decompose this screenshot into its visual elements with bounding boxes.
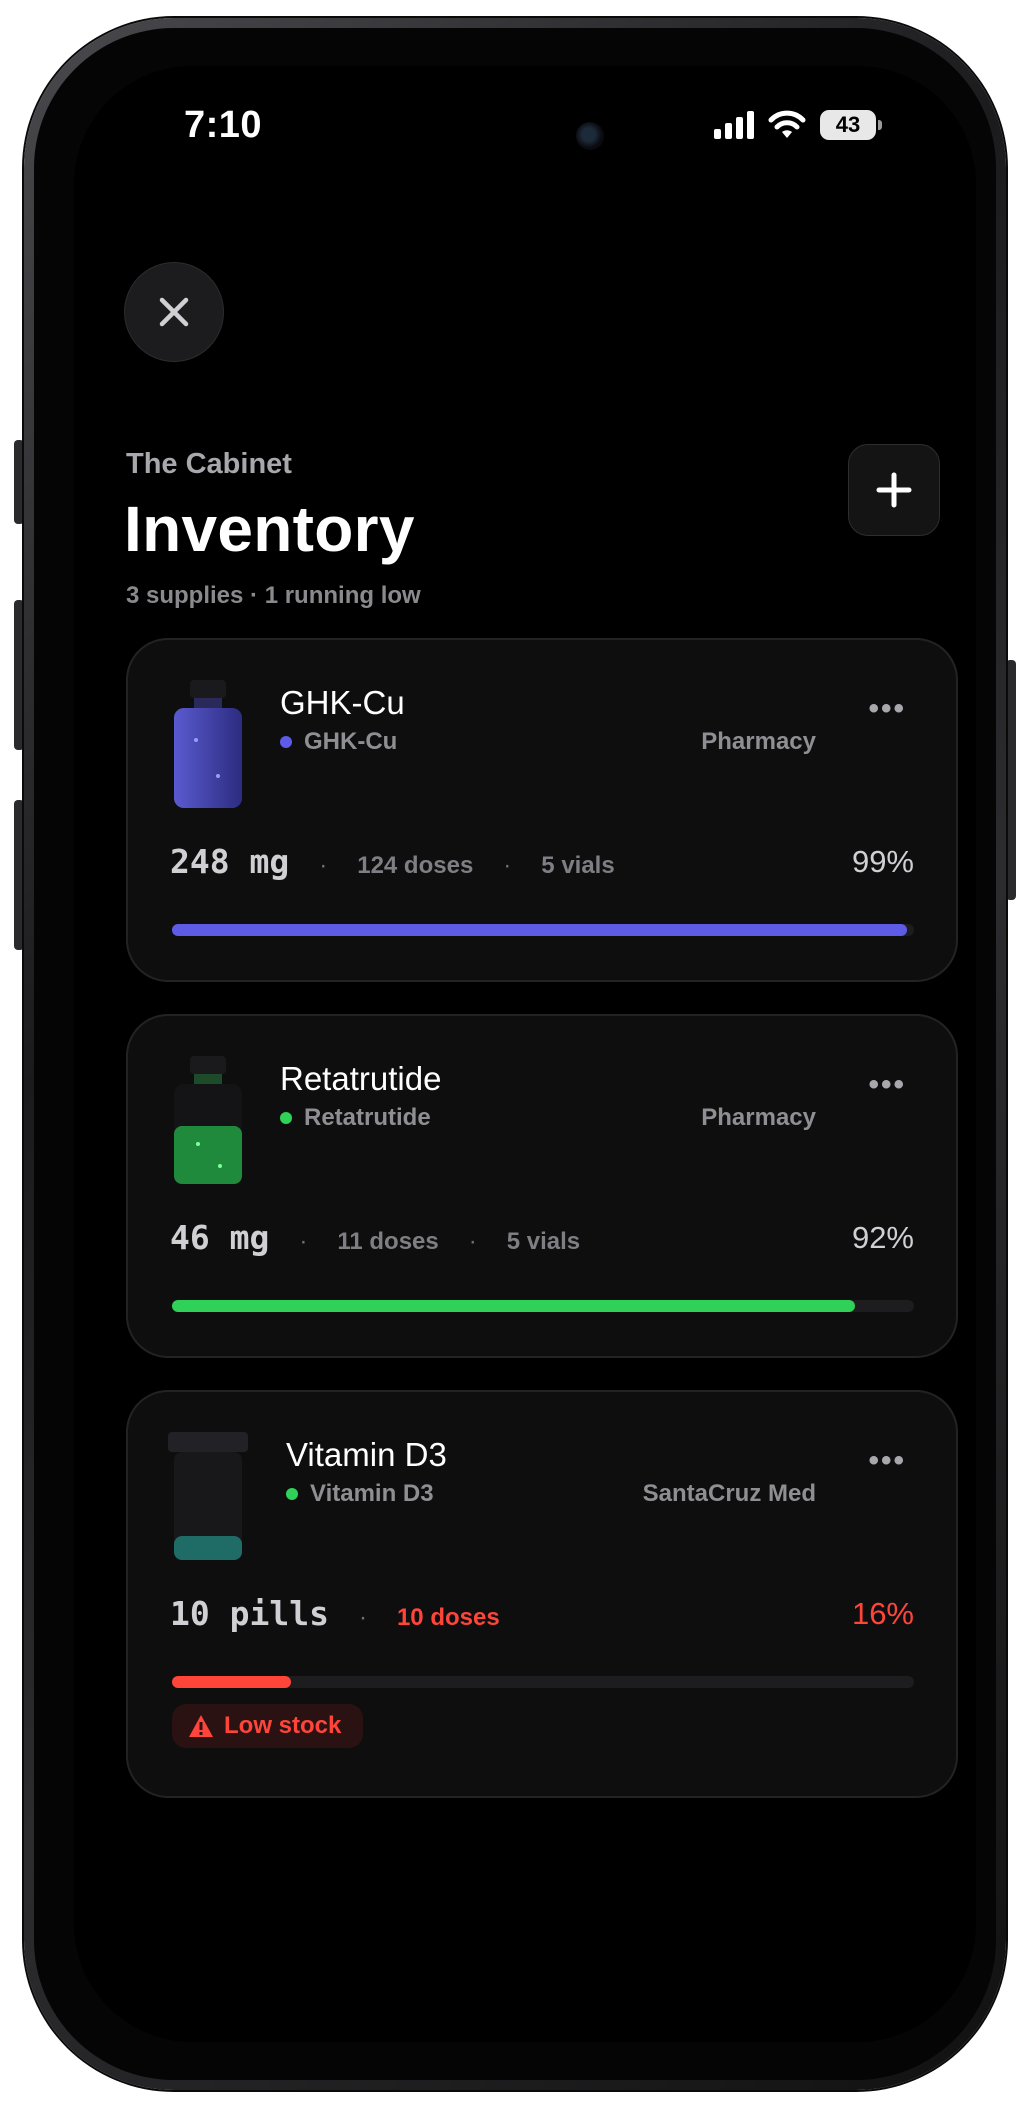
supply-card-retatrutide[interactable]: Retatrutide Retatrutide Pharmacy ••• 46 … — [126, 1014, 958, 1358]
supply-percent: 99% — [851, 844, 914, 879]
status-icons: 43 — [714, 110, 882, 140]
pill-bottle-icon — [168, 1432, 248, 1560]
power-button — [1006, 660, 1016, 900]
supply-compound: Vitamin D3 — [286, 1480, 434, 1508]
separator-dot: · — [299, 1228, 308, 1255]
vial-icon — [174, 680, 242, 808]
phone-bezel: 7:10 43 The Cabinet Inventory 3 supplies… — [34, 28, 996, 2080]
inventory-summary: 3 supplies · 1 running low — [126, 582, 421, 609]
supply-percent: 92% — [851, 1220, 914, 1255]
volume-up-button — [14, 600, 24, 750]
compound-color-dot — [280, 1112, 292, 1124]
separator-dot: · — [468, 1228, 477, 1255]
compound-label: GHK-Cu — [304, 728, 398, 755]
supply-vials: 5 vials — [541, 852, 615, 879]
supply-vials: 5 vials — [506, 1228, 581, 1255]
supply-progress-bar — [172, 1300, 914, 1312]
dynamic-island — [398, 100, 648, 172]
low-stock-label: Low stock — [224, 1712, 342, 1739]
supply-source: Pharmacy — [701, 1104, 816, 1131]
supply-amount: 10 pills — [170, 1594, 329, 1633]
plus-icon — [876, 472, 912, 508]
add-supply-button[interactable] — [848, 444, 940, 536]
supply-progress-fill — [172, 1300, 855, 1312]
supply-amount: 248 mg — [170, 842, 290, 881]
supply-source: SantaCruz Med — [642, 1480, 816, 1507]
supply-stats: 248 mg · 124 doses · 5 vials — [170, 842, 615, 881]
compound-label: Vitamin D3 — [310, 1480, 434, 1507]
compound-color-dot — [286, 1488, 298, 1500]
supply-progress-fill — [172, 1676, 291, 1688]
vial-icon — [174, 1056, 242, 1184]
supply-amount: 46 mg — [170, 1218, 270, 1257]
separator-dot: · — [358, 1604, 367, 1631]
battery-icon: 43 — [820, 110, 882, 140]
more-options-button[interactable]: ••• — [868, 1444, 906, 1478]
app-screen: 7:10 43 The Cabinet Inventory 3 supplies… — [74, 66, 976, 2042]
action-button — [14, 440, 24, 524]
supply-progress-fill — [172, 924, 907, 936]
supply-name: Vitamin D3 — [286, 1436, 447, 1473]
supply-name: GHK-Cu — [280, 684, 405, 721]
supply-doses: 124 doses — [357, 852, 474, 879]
more-options-button[interactable]: ••• — [868, 692, 906, 726]
status-time: 7:10 — [184, 104, 263, 146]
section-eyebrow: The Cabinet — [126, 448, 292, 480]
volume-down-button — [14, 800, 24, 950]
close-button[interactable] — [124, 262, 224, 362]
wifi-icon — [768, 110, 806, 138]
separator-dot: · — [319, 852, 328, 879]
more-options-button[interactable]: ••• — [868, 1068, 906, 1102]
supply-progress-bar — [172, 924, 914, 936]
page-title: Inventory — [124, 493, 415, 565]
supply-card-vitamin-d3[interactable]: Vitamin D3 Vitamin D3 SantaCruz Med ••• … — [126, 1390, 958, 1798]
warning-triangle-icon — [189, 1715, 213, 1737]
supply-compound: GHK-Cu — [280, 728, 397, 756]
supply-doses: 11 doses — [337, 1228, 439, 1255]
supply-percent: 16% — [851, 1596, 914, 1631]
compound-color-dot — [280, 736, 292, 748]
supply-name: Retatrutide — [280, 1060, 442, 1097]
supply-doses: 10 doses — [396, 1604, 500, 1631]
low-stock-badge: Low stock — [172, 1704, 364, 1748]
cellular-signal-icon — [714, 111, 754, 139]
supply-stats: 46 mg · 11 doses · 5 vials — [170, 1218, 580, 1257]
compound-label: Retatrutide — [304, 1104, 431, 1131]
close-icon — [159, 297, 189, 327]
supply-compound: Retatrutide — [280, 1104, 431, 1132]
supply-card-ghk-cu[interactable]: GHK-Cu GHK-Cu Pharmacy ••• 248 mg · 124 … — [126, 638, 958, 982]
front-camera — [576, 122, 604, 150]
supply-progress-bar — [172, 1676, 914, 1688]
supply-source: Pharmacy — [701, 728, 816, 755]
phone-frame: 7:10 43 The Cabinet Inventory 3 supplies… — [24, 18, 1006, 2090]
supply-stats: 10 pills · 10 doses — [170, 1594, 500, 1633]
separator-dot: · — [503, 852, 512, 879]
